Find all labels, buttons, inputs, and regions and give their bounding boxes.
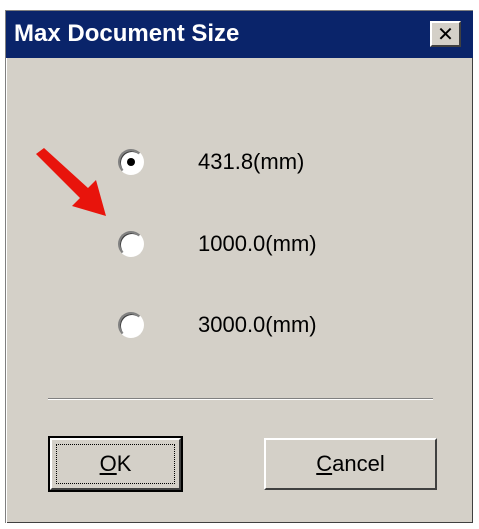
radio-button-431-8mm[interactable] bbox=[118, 149, 144, 175]
cancel-label-rest: ancel bbox=[332, 451, 385, 476]
close-button[interactable]: ✕ bbox=[430, 21, 461, 47]
close-icon: ✕ bbox=[437, 22, 454, 46]
focus-rectangle bbox=[56, 444, 175, 484]
radio-selected-dot bbox=[127, 158, 135, 166]
radio-option-1000-0mm[interactable]: 1000.0(mm) bbox=[118, 228, 317, 260]
radio-label-431-8mm[interactable]: 431.8(mm) bbox=[198, 146, 304, 178]
title-bar: Max Document Size ✕ bbox=[6, 11, 473, 58]
dialog-title: Max Document Size bbox=[14, 20, 240, 47]
radio-button-3000-0mm[interactable] bbox=[118, 312, 144, 338]
radio-label-1000-0mm[interactable]: 1000.0(mm) bbox=[198, 228, 317, 260]
ok-button[interactable]: OK bbox=[48, 436, 183, 492]
cancel-button[interactable]: Cancel bbox=[264, 438, 437, 490]
separator-line bbox=[48, 398, 433, 400]
max-document-size-dialog: Max Document Size ✕ 431.8(mm) 1000.0(mm)… bbox=[5, 10, 473, 523]
red-arrow-icon bbox=[36, 148, 106, 216]
cancel-mnemonic: C bbox=[316, 451, 333, 476]
radio-label-3000-0mm[interactable]: 3000.0(mm) bbox=[198, 309, 317, 341]
radio-option-3000-0mm[interactable]: 3000.0(mm) bbox=[118, 309, 317, 341]
radio-button-1000-0mm[interactable] bbox=[118, 231, 144, 257]
radio-option-431-8mm[interactable]: 431.8(mm) bbox=[118, 146, 304, 178]
